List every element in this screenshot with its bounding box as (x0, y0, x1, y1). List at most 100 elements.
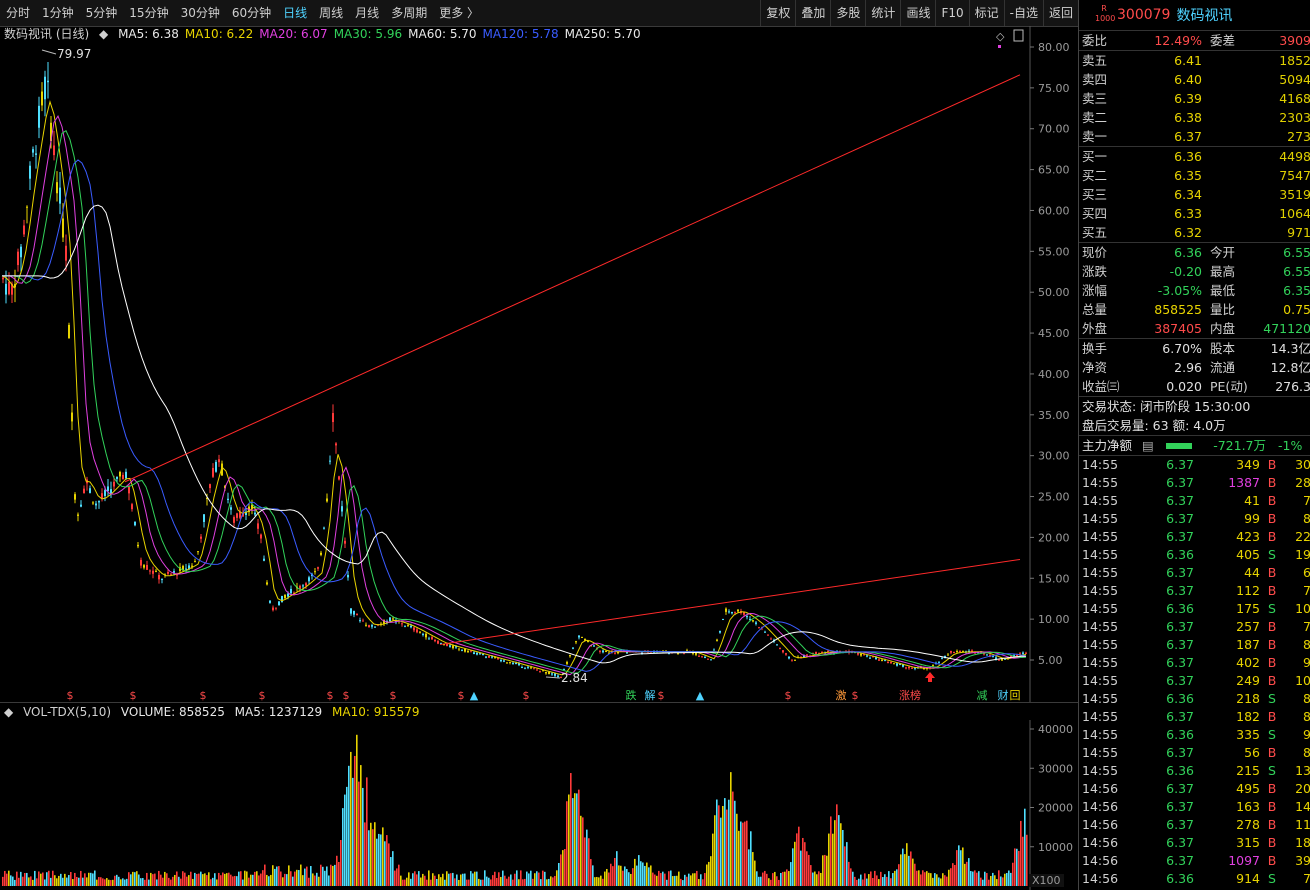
event-marker[interactable]: 涨榜 (899, 688, 921, 702)
trend-line[interactable] (439, 558, 1021, 645)
tool-button-1[interactable]: 叠加 (795, 0, 830, 26)
volume-bar (200, 871, 202, 886)
timeframe-tab-2[interactable]: 5分钟 (80, 0, 124, 26)
tool-button-0[interactable]: 复权 (760, 0, 795, 26)
sell-order-row[interactable]: 卖四 6.40 5094 (1079, 70, 1310, 89)
volume-bar (664, 873, 666, 886)
sell-order-row[interactable]: 卖三 6.39 4168 (1079, 89, 1310, 108)
volume-bar (396, 868, 398, 886)
trend-line[interactable] (124, 74, 1021, 483)
volume-bar (342, 808, 344, 886)
timeframe-tab-5[interactable]: 60分钟 (226, 0, 277, 26)
event-marker[interactable]: ▲ (470, 689, 479, 702)
volume-bar (398, 864, 400, 886)
timeframe-tab-7[interactable]: 周线 (313, 0, 349, 26)
event-marker[interactable]: 回 (1010, 689, 1021, 702)
tick-price: 6.37 (1166, 511, 1194, 526)
buy-order-volume: 4498 (1279, 149, 1310, 164)
event-marker[interactable]: $ (130, 689, 137, 702)
tool-button-3[interactable]: 统计 (865, 0, 900, 26)
volume-settings-diamond-icon[interactable]: ◆ (4, 705, 13, 719)
buy-order-row[interactable]: 买一 6.36 4498 (1079, 147, 1310, 166)
calculator-icon[interactable]: ▤ (1142, 436, 1158, 455)
candle-body (881, 659, 883, 661)
sell-order-volume: 2303 (1279, 110, 1310, 125)
buy-order-row[interactable]: 买四 6.33 1064 (1079, 204, 1310, 223)
chart-option-square-icon[interactable] (1013, 29, 1024, 42)
volume-bar (712, 833, 714, 886)
tick-count: 8 (1284, 510, 1310, 528)
event-marker[interactable]: 激 (836, 688, 847, 702)
volume-bar (510, 874, 512, 886)
timeframe-tab-3[interactable]: 15分钟 (123, 0, 174, 26)
event-marker[interactable]: 解 (645, 688, 656, 702)
candle-body (419, 631, 421, 633)
volume-bar (14, 879, 16, 886)
volume-bar (982, 879, 984, 886)
event-marker[interactable]: $ (327, 689, 334, 702)
tick-price: 6.37 (1166, 457, 1194, 472)
candle-body (887, 661, 889, 663)
volume-bar (44, 879, 46, 886)
event-marker[interactable]: ▲ (696, 689, 705, 702)
timeframe-tab-4[interactable]: 30分钟 (175, 0, 226, 26)
buy-order-row[interactable]: 买五 6.32 971 (1079, 223, 1310, 242)
volume-bar (320, 864, 322, 886)
buy-order-row[interactable]: 买三 6.34 3519 (1079, 185, 1310, 204)
tool-button-2[interactable]: 多股 (830, 0, 865, 26)
sell-order-row[interactable]: 卖五 6.41 1852 (1079, 51, 1310, 70)
event-marker[interactable]: $ (852, 689, 859, 702)
tool-button-5[interactable]: F10 (935, 0, 968, 26)
sell-order-row[interactable]: 卖一 6.37 273 (1079, 127, 1310, 146)
candle-body (941, 657, 943, 659)
candle-body (344, 540, 346, 544)
tick-list[interactable]: 14:55 6.37 349 B 30 14:55 6.37 1387 B 28 14:55 6.37… (1079, 456, 1310, 888)
candle-body (59, 187, 61, 204)
timeframe-tab-9[interactable]: 多周期 (385, 0, 433, 26)
volume-bar (10, 875, 12, 886)
buy-order-row[interactable]: 买二 6.35 7547 (1079, 166, 1310, 185)
volume-bar (888, 871, 890, 886)
tool-button-4[interactable]: 画线 (900, 0, 935, 26)
volume-bar (134, 872, 136, 886)
volume-bar (794, 841, 796, 886)
event-marker[interactable]: $ (343, 689, 350, 702)
tick-time: 14:55 (1082, 493, 1119, 508)
event-marker[interactable]: $ (658, 689, 665, 702)
sell-order-row[interactable]: 卖二 6.38 2303 (1079, 108, 1310, 127)
kline-chart[interactable]: 80.00 75.00 70.00 65.00 60.00 55.00 50.00 45.00… (0, 26, 1078, 702)
candle-body (431, 637, 433, 640)
event-marker[interactable]: $ (523, 689, 530, 702)
event-marker[interactable]: $ (458, 689, 465, 702)
candle-body (725, 608, 727, 612)
event-marker[interactable]: $ (200, 689, 207, 702)
timeframe-tab-8[interactable]: 月线 (349, 0, 385, 26)
event-marker[interactable]: $ (67, 689, 74, 702)
timeframe-tab-10[interactable]: 更多 〉 (433, 0, 485, 26)
volume-bar (522, 879, 524, 886)
candle-body (491, 656, 493, 658)
tool-button-8[interactable]: 返回 (1042, 0, 1078, 26)
timeframe-tab-0[interactable]: 分时 (0, 0, 36, 26)
volume-chart[interactable]: 40000 30000 20000 10000 (0, 720, 1078, 890)
event-marker[interactable]: $ (785, 689, 792, 702)
volume-bar (382, 827, 384, 886)
timeframe-tab-1[interactable]: 1分钟 (36, 0, 80, 26)
candle-body (464, 648, 466, 652)
tick-price: 6.37 (1166, 835, 1194, 850)
volume-bar (1022, 836, 1024, 886)
tool-button-6[interactable]: 标记 (968, 0, 1004, 26)
event-marker[interactable]: $ (390, 689, 397, 702)
tool-button-7[interactable]: -自选 (1003, 0, 1043, 26)
timeframe-tab-6[interactable]: 日线 (277, 0, 313, 26)
candle-body (320, 552, 322, 555)
volume-bar (170, 879, 172, 886)
event-marker[interactable]: 财 (998, 688, 1009, 702)
event-marker[interactable]: 减 (977, 689, 988, 702)
chart-option-diamond-icon[interactable]: ◇ (996, 30, 1005, 43)
event-marker[interactable]: 跌 (626, 688, 637, 702)
volume-bar (820, 872, 822, 886)
event-marker[interactable]: $ (259, 689, 266, 702)
volume-bar (462, 873, 464, 886)
tick-price: 6.37 (1166, 673, 1194, 688)
